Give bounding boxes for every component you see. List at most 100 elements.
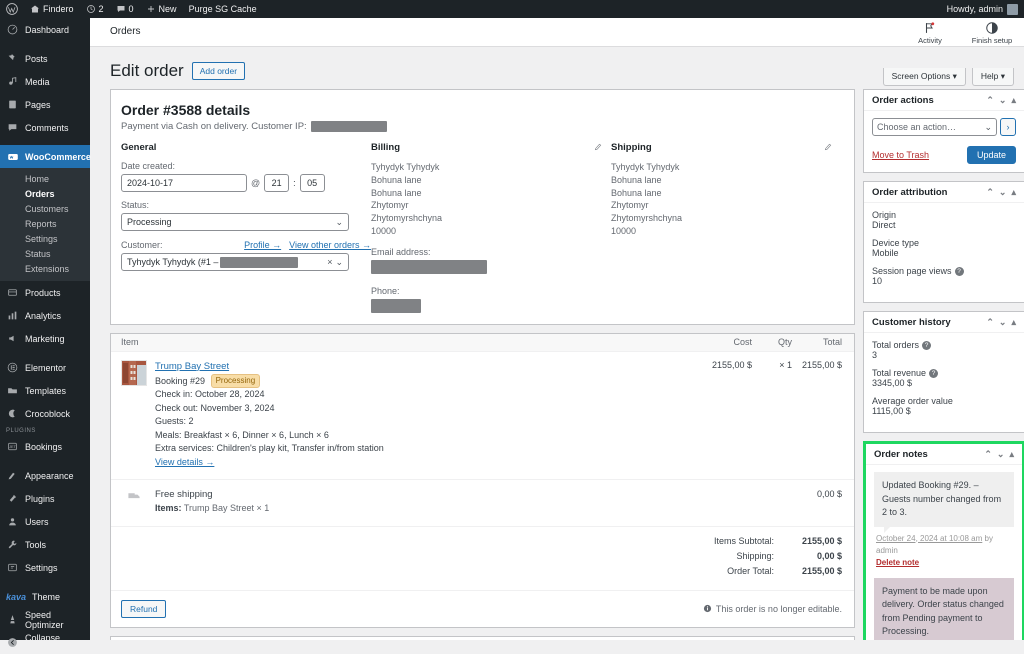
sidebar-item-marketing[interactable]: Marketing: [0, 327, 90, 350]
sidebar-item-crocoblock[interactable]: Crocoblock: [0, 402, 90, 425]
toggle-panel-icon[interactable]: ▴: [1011, 317, 1016, 327]
help-icon[interactable]: ?: [929, 368, 939, 378]
sidebar-item-woo-extensions[interactable]: Extensions: [0, 261, 90, 276]
order-notes-body: Updated Booking #29. – Guests number cha…: [866, 465, 1022, 640]
product-name-link[interactable]: Trump Bay Street: [155, 361, 229, 372]
hour-input[interactable]: 21: [264, 174, 290, 192]
order-action-select[interactable]: Choose an action… ⌄: [872, 118, 997, 136]
date-created-input[interactable]: 2024-10-17: [121, 174, 247, 192]
apply-action-button[interactable]: ›: [1000, 118, 1016, 136]
downloadable-permissions-panel: Downloadable product permissions ? ⌃ ⌄ ▴: [110, 635, 855, 640]
info-icon: [703, 604, 712, 613]
comments-indicator[interactable]: 0: [110, 0, 140, 18]
move-up-icon[interactable]: ⌃: [984, 449, 992, 459]
move-down-icon[interactable]: ⌄: [999, 317, 1007, 327]
move-to-trash-link[interactable]: Move to Trash: [872, 150, 929, 160]
sidebar-item-woocommerce[interactable]: WooCommerce: [0, 145, 96, 168]
toggle-panel-icon[interactable]: ▴: [1009, 449, 1014, 459]
view-other-orders-link[interactable]: View other orders →: [289, 240, 371, 250]
sidebar-item-woo-home[interactable]: Home: [0, 171, 90, 186]
site-name-label: Findero: [43, 4, 74, 14]
purge-label: Purge SG Cache: [188, 4, 257, 14]
move-up-icon[interactable]: ⌃: [986, 95, 994, 105]
edit-billing-icon[interactable]: [594, 142, 603, 154]
attribution-label: Origin: [872, 210, 897, 220]
refund-button[interactable]: Refund: [121, 599, 167, 618]
col-item: Item: [121, 337, 139, 348]
email-redacted: [371, 259, 487, 274]
move-down-icon[interactable]: ⌄: [999, 95, 1007, 105]
customer-label: Customer:: [121, 240, 163, 250]
email-address-label: Email address:: [371, 246, 431, 257]
help-icon[interactable]: ?: [954, 266, 964, 276]
history-label-text: Total orders: [872, 340, 920, 350]
sidebar-item-settings[interactable]: Settings: [0, 556, 90, 579]
comment-icon: [6, 122, 19, 133]
help-icon[interactable]: ?: [922, 340, 932, 350]
move-up-icon[interactable]: ⌃: [986, 317, 994, 327]
minute-input[interactable]: 05: [299, 174, 325, 192]
sidebar-item-templates[interactable]: Templates: [0, 379, 90, 402]
sidebar-item-dashboard[interactable]: Dashboard: [0, 18, 90, 41]
move-down-icon[interactable]: ⌄: [999, 187, 1007, 197]
sidebar-item-users[interactable]: Users: [0, 510, 90, 533]
customer-row: Customer: Profile → View other orders →: [121, 240, 371, 250]
sidebar-item-products[interactable]: Products: [0, 281, 90, 304]
sidebar-item-kava-theme[interactable]: kava Theme: [0, 585, 90, 608]
edit-shipping-icon[interactable]: [824, 142, 833, 154]
sidebar-item-comments[interactable]: Comments: [0, 116, 90, 139]
help-button[interactable]: Help ▾: [971, 68, 1014, 87]
move-up-icon[interactable]: ⌃: [986, 187, 994, 197]
note-timestamp[interactable]: October 24, 2024 at 10:08 am: [876, 534, 982, 543]
view-details-link[interactable]: View details →: [155, 457, 214, 467]
col-total: Total: [822, 337, 842, 348]
move-down-icon[interactable]: ⌄: [997, 449, 1005, 459]
finish-setup-label: Finish setup: [971, 36, 1013, 45]
sidebar-item-posts[interactable]: Posts: [0, 47, 90, 70]
avatar[interactable]: [1007, 3, 1018, 15]
downloadable-panel-header[interactable]: Downloadable product permissions ? ⌃ ⌄ ▴: [111, 637, 854, 640]
sidebar-item-woo-orders[interactable]: Orders: [0, 186, 90, 201]
sidebar-item-analytics[interactable]: Analytics: [0, 304, 90, 327]
clear-customer-icon[interactable]: ×: [327, 257, 332, 267]
sidebar-item-speed-optimizer[interactable]: Speed Optimizer: [0, 608, 90, 631]
order-notes-panel: Order notes ⌃ ⌄ ▴ Updated Booking #29. –…: [866, 444, 1022, 640]
chevron-down-icon: ▾: [1000, 71, 1005, 81]
finish-setup-button[interactable]: Finish setup: [970, 21, 1014, 45]
toggle-panel-icon[interactable]: ▴: [1011, 187, 1016, 197]
new-content-button[interactable]: New: [140, 0, 183, 18]
sidebar-item-plugins[interactable]: Plugins: [0, 487, 90, 510]
chevron-down-icon: ⌄: [335, 216, 343, 227]
order-status-select[interactable]: Processing ⌄: [121, 213, 349, 231]
appearance-icon: [6, 470, 19, 481]
howdy-label[interactable]: Howdy, admin: [947, 4, 1003, 14]
sidebar-item-elementor[interactable]: Elementor: [0, 356, 90, 379]
updates-indicator[interactable]: 2: [80, 0, 110, 18]
not-editable-text: This order is no longer editable.: [715, 603, 842, 614]
screen-options-button[interactable]: Screen Options ▾: [882, 68, 966, 87]
sidebar-item-woo-status[interactable]: Status: [0, 246, 90, 261]
sidebar-item-woo-customers[interactable]: Customers: [0, 201, 90, 216]
sidebar-item-media[interactable]: Media: [0, 70, 90, 93]
customer-select[interactable]: Tyhydyk Tyhydyk (#1 – × ⌄: [121, 253, 349, 271]
add-order-button[interactable]: Add order: [191, 61, 246, 81]
activity-button[interactable]: Activity: [908, 21, 952, 45]
sidebar-item-collapse-menu[interactable]: Collapse menu: [0, 631, 90, 654]
site-name-link[interactable]: Findero: [24, 0, 80, 18]
profile-link[interactable]: Profile →: [244, 240, 281, 250]
panel-header-icons: ⌃ ⌄ ▴: [984, 449, 1014, 459]
sidebar-item-appearance[interactable]: Appearance: [0, 464, 90, 487]
toggle-panel-icon[interactable]: ▴: [1011, 95, 1016, 105]
chevron-down-icon: ▾: [952, 71, 957, 81]
attribution-label: Session page views ?: [872, 266, 1016, 276]
delete-note-link[interactable]: Delete note: [876, 558, 919, 567]
sidebar-item-woo-reports[interactable]: Reports: [0, 216, 90, 231]
sidebar-item-woo-settings[interactable]: Settings: [0, 231, 90, 246]
sidebar-item-tools[interactable]: Tools: [0, 533, 90, 556]
chevron-down-icon: ⌄: [335, 256, 343, 267]
wordpress-logo[interactable]: [0, 0, 24, 18]
update-button[interactable]: Update: [966, 146, 1016, 164]
sidebar-item-bookings[interactable]: JET Bookings: [0, 435, 90, 458]
purge-cache-button[interactable]: Purge SG Cache: [183, 0, 263, 18]
sidebar-item-pages[interactable]: Pages: [0, 93, 90, 116]
